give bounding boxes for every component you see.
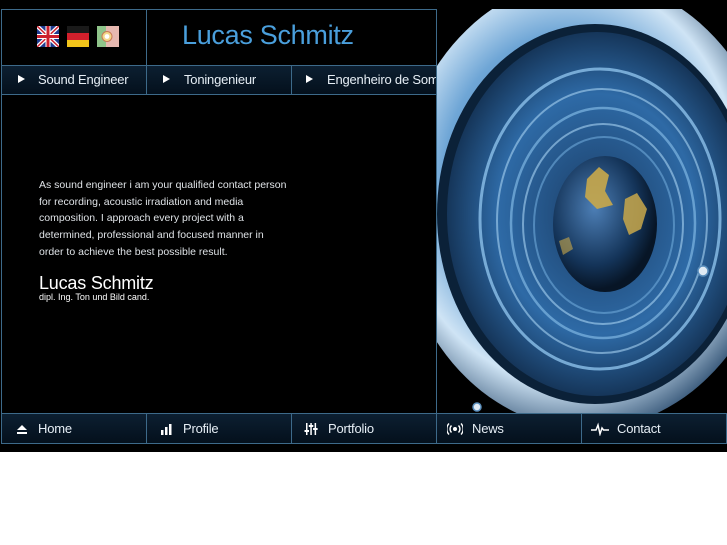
- pulse-icon: [591, 422, 609, 436]
- uk-flag-icon[interactable]: [37, 26, 59, 47]
- bar-chart-icon: [161, 424, 172, 435]
- footer-item-label: News: [472, 421, 504, 436]
- footer-item-news[interactable]: News: [436, 413, 582, 444]
- language-selector: [1, 9, 147, 66]
- nav-item-label: Engenheiro de Som: [327, 72, 439, 87]
- header-title-cell: Lucas Schmitz: [146, 9, 437, 66]
- nav-item-label: Sound Engineer: [38, 72, 129, 87]
- play-triangle-icon: [18, 75, 25, 83]
- intro-text: As sound engineer i am your qualified co…: [39, 179, 287, 258]
- footer-item-label: Profile: [183, 421, 219, 436]
- eject-home-icon: [17, 425, 27, 434]
- footer-item-home[interactable]: Home: [1, 413, 147, 444]
- footer-item-profile[interactable]: Profile: [146, 413, 292, 444]
- footer-item-label: Portfolio: [328, 421, 374, 436]
- broadcast-icon: [447, 423, 463, 435]
- mixer-sliders-icon: [304, 423, 318, 435]
- play-triangle-icon: [306, 75, 313, 83]
- nav-item-sound-engineer[interactable]: Sound Engineer: [1, 65, 147, 95]
- footer-item-contact[interactable]: Contact: [581, 413, 727, 444]
- speaker-image: [436, 9, 727, 414]
- nav-item-toningenieur[interactable]: Toningenieur: [146, 65, 292, 95]
- portuguese-flag-icon[interactable]: [97, 26, 119, 47]
- footer-item-label: Contact: [617, 421, 661, 436]
- play-triangle-icon: [163, 75, 170, 83]
- main-content: As sound engineer i am your qualified co…: [1, 94, 437, 414]
- german-flag-icon[interactable]: [67, 26, 89, 47]
- footer-item-portfolio[interactable]: Portfolio: [291, 413, 437, 444]
- signature-title: dipl. Ing. Ton und Bild cand.: [39, 292, 150, 302]
- page-title[interactable]: Lucas Schmitz: [182, 20, 354, 51]
- speaker-illustration: [437, 9, 727, 414]
- nav-item-label: Toningenieur: [184, 72, 257, 87]
- signature-name: Lucas Schmitz: [39, 273, 154, 293]
- nav-item-engenheiro-de-som[interactable]: Engenheiro de Som: [291, 65, 439, 95]
- footer-item-label: Home: [38, 421, 72, 436]
- site-frame: Lucas Schmitz Sound Engineer Toningenieu…: [0, 0, 727, 452]
